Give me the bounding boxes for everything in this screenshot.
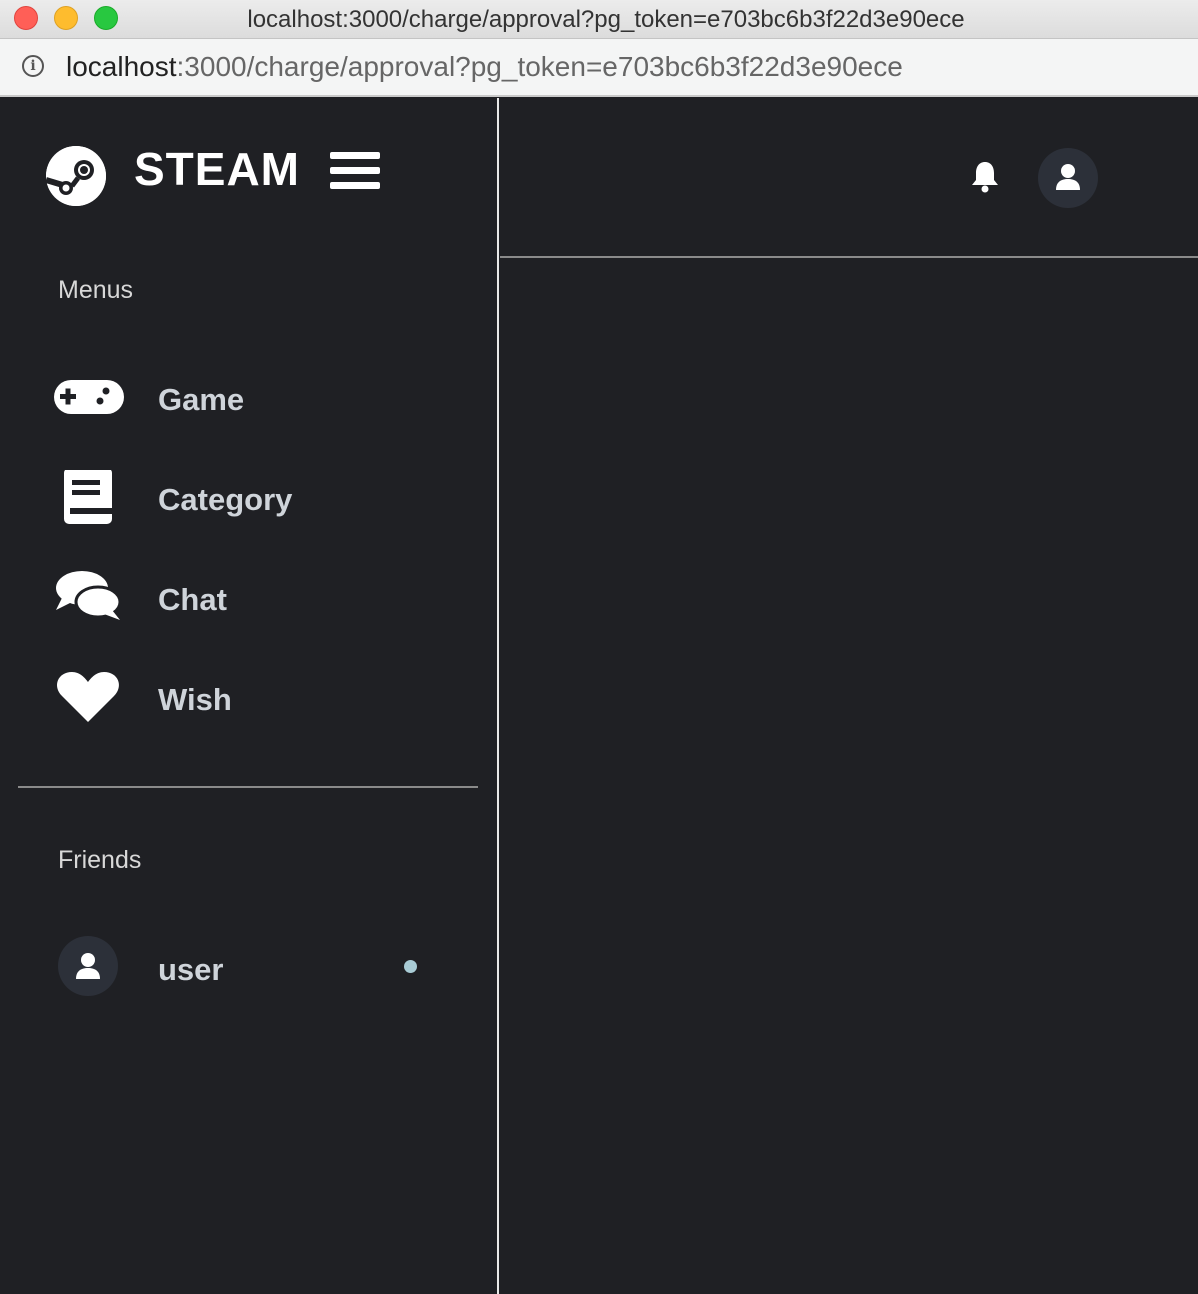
main-content: [500, 258, 1198, 1294]
sidebar-divider: [18, 786, 478, 788]
friends-section-label: Friends: [58, 846, 142, 874]
menus-section-label: Menus: [58, 276, 134, 304]
sidebar-item-game[interactable]: Game: [50, 370, 450, 430]
window-titlebar: localhost:3000/charge/approval?pg_token=…: [0, 0, 1198, 39]
url-text[interactable]: localhost:3000/charge/approval?pg_token=…: [66, 51, 903, 83]
sidebar-item-chat[interactable]: Chat: [50, 570, 450, 630]
url-path: :3000/charge/approval?pg_token=e703bc6b3…: [176, 51, 903, 82]
url-host: localhost: [66, 51, 177, 82]
user-icon[interactable]: [1038, 148, 1098, 208]
sidebar-item-label: Wish: [158, 682, 232, 717]
bell-icon[interactable]: [970, 160, 1000, 194]
address-bar[interactable]: i localhost:3000/charge/approval?pg_toke…: [0, 39, 1198, 97]
chat-bubbles-icon: [50, 570, 130, 630]
hamburger-menu-icon[interactable]: [330, 152, 380, 196]
sidebar: STEAM Menus Game Category Chat Wish Frie…: [0, 98, 499, 1294]
friend-list-item[interactable]: user: [58, 936, 438, 996]
heart-icon: [50, 670, 130, 730]
gamepad-icon: [50, 370, 130, 430]
sidebar-item-label: Category: [158, 482, 293, 517]
book-icon: [50, 468, 130, 530]
sidebar-item-label: Chat: [158, 582, 227, 617]
online-status-dot: [404, 960, 417, 973]
info-icon[interactable]: i: [22, 55, 44, 77]
window-title: localhost:3000/charge/approval?pg_token=…: [247, 6, 965, 33]
sidebar-item-wish[interactable]: Wish: [50, 670, 450, 730]
sidebar-item-label: Game: [158, 382, 245, 417]
sidebar-item-category[interactable]: Category: [50, 468, 450, 530]
friend-name: user: [158, 952, 224, 987]
main-header: [500, 98, 1198, 258]
friend-avatar-user-icon: [58, 936, 118, 996]
steam-logo-icon[interactable]: [45, 146, 106, 206]
brand-title[interactable]: STEAM: [134, 142, 300, 196]
